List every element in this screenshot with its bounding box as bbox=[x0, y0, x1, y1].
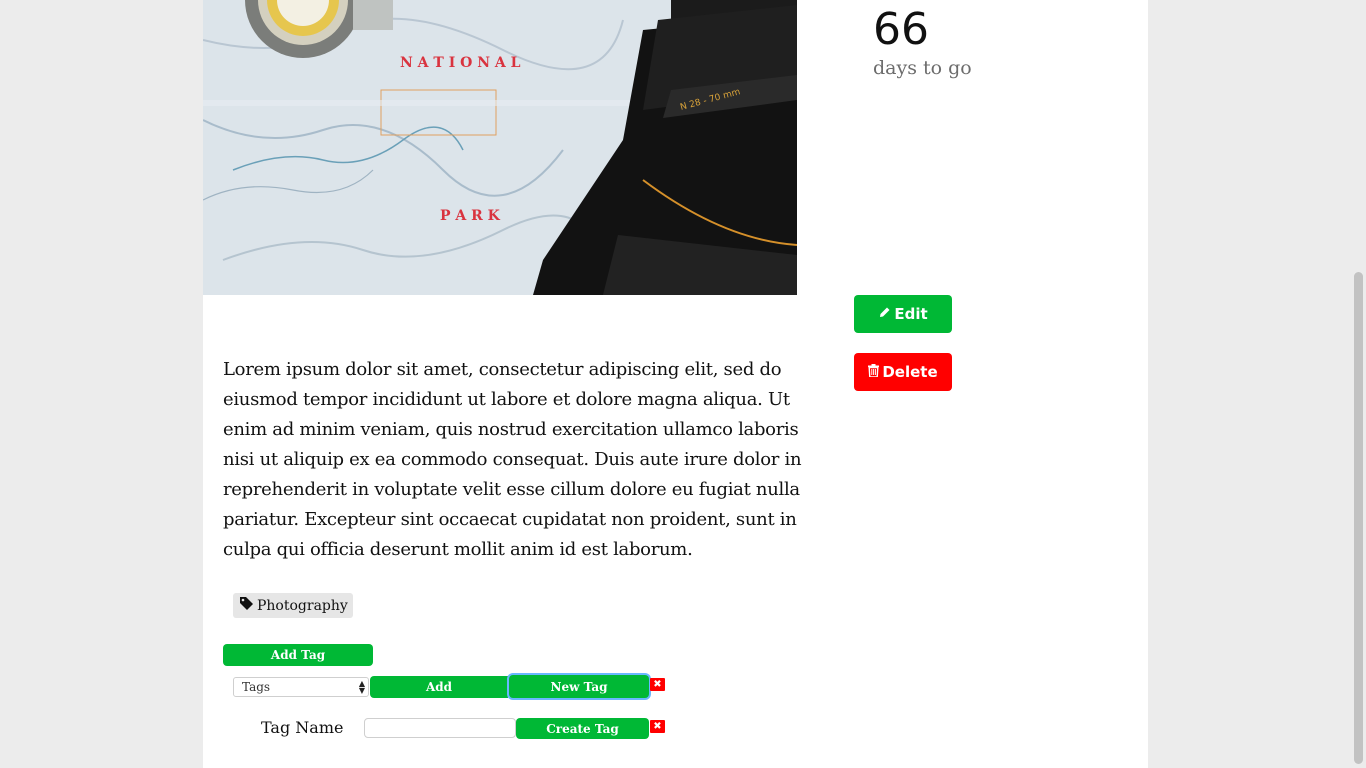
tag-name-label: Tag Name bbox=[261, 718, 344, 737]
pencil-icon bbox=[878, 305, 891, 323]
trash-icon bbox=[868, 363, 880, 381]
tags-select-value: Tags bbox=[242, 680, 271, 694]
countdown-value: 66 bbox=[873, 4, 929, 55]
map-label-national: N A T I O N A L bbox=[400, 55, 521, 71]
delete-button[interactable]: Delete bbox=[854, 353, 952, 391]
tag-chip-label: Photography bbox=[257, 597, 348, 614]
tag-chip-photography[interactable]: Photography bbox=[233, 593, 353, 618]
map-label-park: P A R K bbox=[440, 208, 501, 224]
add-button[interactable]: Add bbox=[370, 676, 508, 698]
tag-icon bbox=[240, 597, 253, 614]
close-icon[interactable]: ✖ bbox=[650, 720, 665, 733]
delete-button-label: Delete bbox=[882, 363, 938, 381]
countdown-label: days to go bbox=[873, 57, 972, 79]
create-tag-button[interactable]: Create Tag bbox=[516, 718, 649, 739]
add-tag-button[interactable]: Add Tag bbox=[223, 644, 373, 666]
hero-image: N A T I O N A L P A R K N 28 - 70 mm bbox=[203, 0, 797, 295]
event-description: Lorem ipsum dolor sit amet, consectetur … bbox=[223, 359, 802, 560]
select-arrows-icon: ▲ ▼ bbox=[358, 679, 365, 695]
close-icon[interactable]: ✖ bbox=[650, 678, 665, 691]
scrollbar-thumb[interactable] bbox=[1354, 272, 1363, 764]
tag-name-input[interactable] bbox=[364, 718, 516, 738]
edit-button[interactable]: Edit bbox=[854, 295, 952, 333]
tags-select[interactable]: Tags ▲ ▼ bbox=[233, 677, 369, 697]
new-tag-button[interactable]: New Tag bbox=[509, 675, 649, 698]
edit-button-label: Edit bbox=[894, 305, 928, 323]
